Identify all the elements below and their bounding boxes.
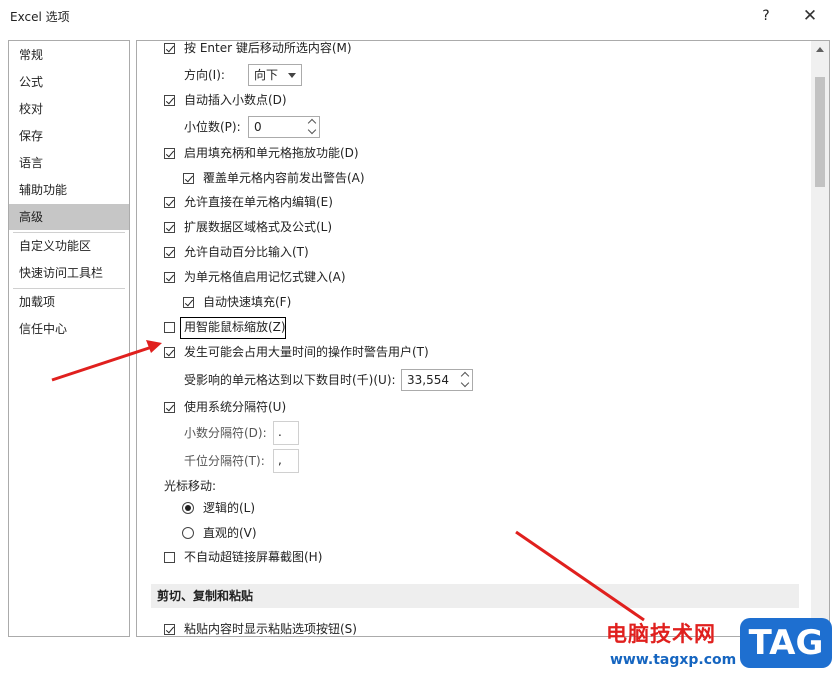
tag-logo: TAG <box>740 618 832 668</box>
watermark-site-name: 电脑技术网 <box>606 622 716 646</box>
annotation-arrows <box>51 340 645 622</box>
arrow-to-checkbox <box>51 340 162 382</box>
arrow-to-watermark <box>515 530 645 622</box>
watermark-url: www.tagxp.com <box>610 652 737 668</box>
